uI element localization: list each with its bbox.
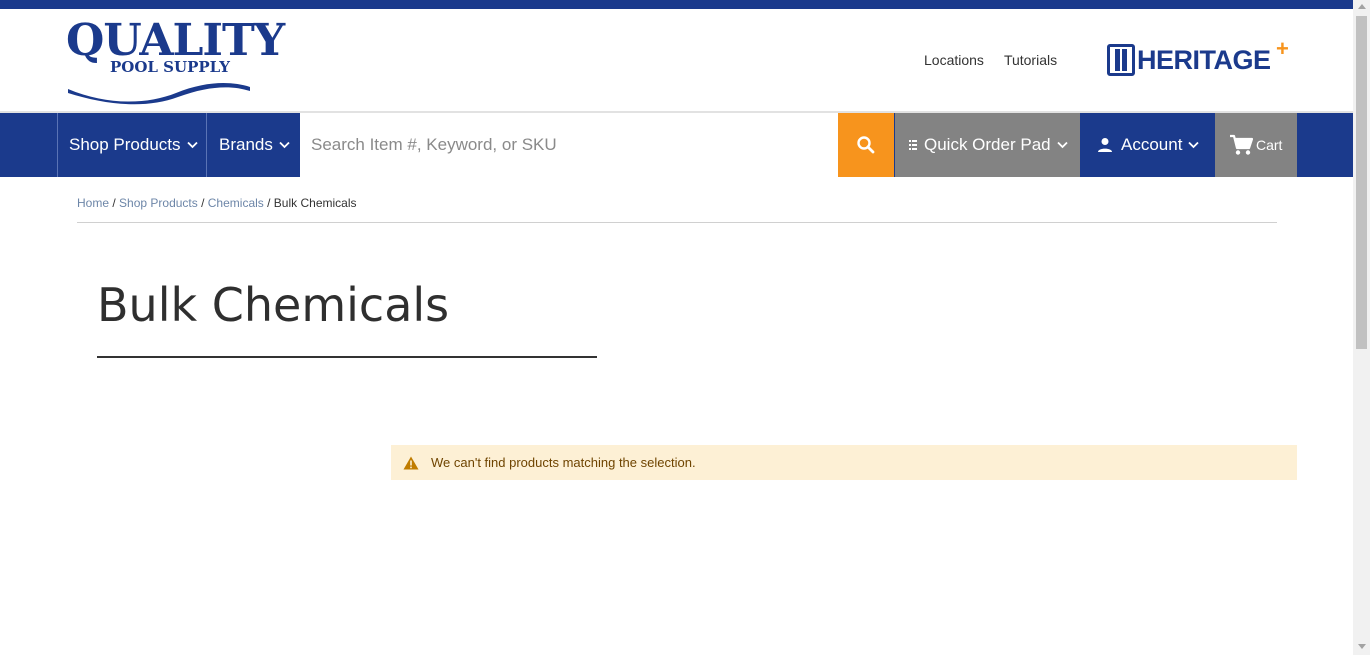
- brands-label: Brands: [219, 135, 273, 154]
- page-title: Bulk Chemicals: [97, 278, 450, 332]
- heritage-plus-mark: +: [1276, 36, 1289, 61]
- top-accent-strip: [0, 0, 1353, 9]
- scroll-up-arrow-icon[interactable]: [1358, 4, 1366, 9]
- locations-link[interactable]: Locations: [924, 52, 984, 68]
- logo-wave-icon: [68, 83, 250, 105]
- tutorials-link[interactable]: Tutorials: [1004, 52, 1057, 68]
- utility-links: Locations Tutorials: [924, 52, 1057, 68]
- heritage-logo[interactable]: HERITAGE +: [1107, 38, 1289, 78]
- site-header: QUALITY POOL SUPPLY Locations Tutorials …: [0, 9, 1353, 111]
- breadcrumb-current: Bulk Chemicals: [273, 196, 357, 210]
- user-icon: [1098, 138, 1112, 152]
- list-grid-icon: [909, 140, 917, 150]
- breadcrumb-separator: /: [267, 196, 274, 210]
- quality-pool-supply-logo[interactable]: QUALITY POOL SUPPLY: [66, 19, 285, 105]
- brands-menu[interactable]: Brands: [219, 113, 290, 177]
- breadcrumb-home[interactable]: Home: [77, 196, 109, 210]
- nav-separator: [206, 113, 207, 177]
- logo-line-2: POOL SUPPLY: [110, 58, 230, 76]
- search-input[interactable]: [300, 113, 838, 177]
- quick-order-pad-label: Quick Order Pad: [924, 135, 1051, 154]
- notice-message: We can't find products matching the sele…: [431, 455, 696, 470]
- chevron-down-icon: [279, 141, 290, 149]
- shop-products-menu[interactable]: Shop Products: [69, 113, 198, 177]
- search-button[interactable]: [838, 113, 894, 177]
- chevron-down-icon: [1056, 141, 1068, 149]
- chevron-down-icon: [1188, 141, 1200, 149]
- breadcrumb: Home / Shop Products / Chemicals / Bulk …: [77, 196, 357, 210]
- heritage-logo-text: HERITAGE: [1137, 45, 1271, 75]
- account-label: Account: [1121, 135, 1183, 154]
- breadcrumb-chemicals[interactable]: Chemicals: [208, 196, 264, 210]
- cart-label: Cart: [1256, 137, 1283, 153]
- empty-results-notice: We can't find products matching the sele…: [391, 445, 1297, 480]
- account-menu[interactable]: Account: [1081, 113, 1214, 177]
- main-navbar: Shop Products Brands Quick Order Pad Acc…: [0, 113, 1353, 177]
- search-icon: [857, 136, 875, 154]
- chevron-down-icon: [186, 141, 198, 149]
- cart-button[interactable]: Cart: [1215, 113, 1297, 177]
- nav-separator: [57, 113, 58, 177]
- page-scrollbar[interactable]: [1353, 0, 1370, 655]
- title-underline: [97, 356, 597, 358]
- breadcrumb-divider: [77, 222, 1277, 223]
- breadcrumb-separator: /: [201, 196, 208, 210]
- shop-products-label: Shop Products: [69, 135, 181, 154]
- heritage-h-icon: [1107, 44, 1135, 76]
- logo-line-1: QUALITY: [66, 15, 285, 66]
- scroll-down-arrow-icon[interactable]: [1358, 644, 1366, 649]
- shopping-cart-icon: [1230, 134, 1253, 155]
- warning-icon: [403, 456, 419, 470]
- scrollbar-thumb[interactable]: [1356, 16, 1367, 349]
- breadcrumb-shop-products[interactable]: Shop Products: [119, 196, 198, 210]
- quick-order-pad-button[interactable]: Quick Order Pad: [895, 113, 1080, 177]
